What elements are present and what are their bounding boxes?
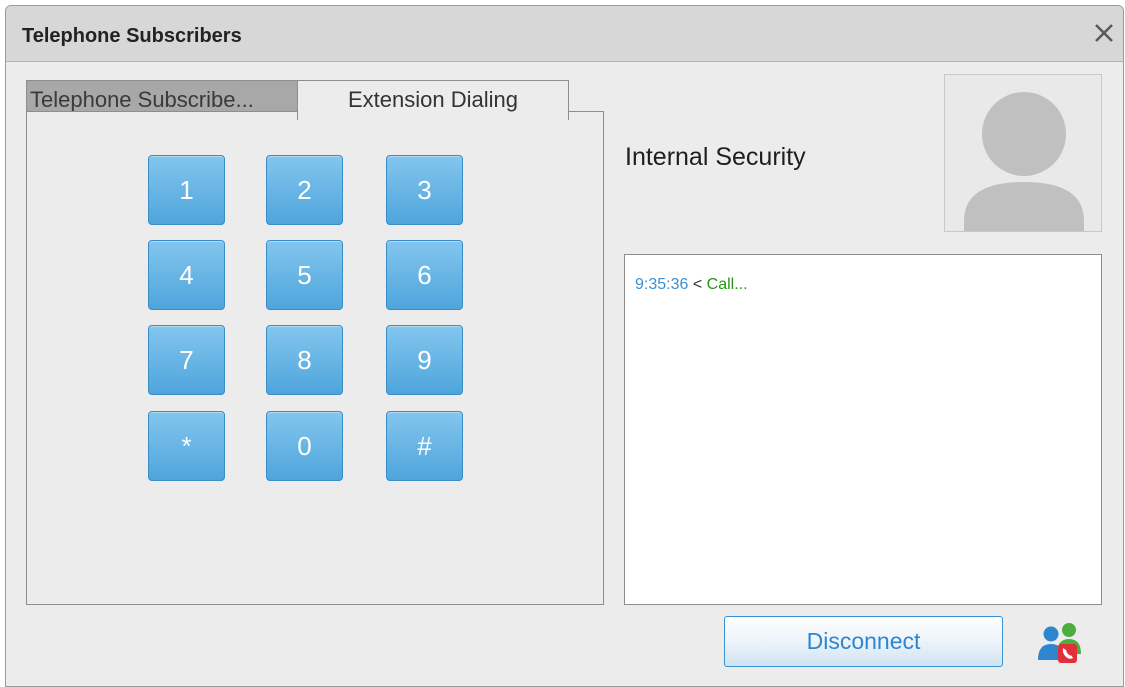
log-message: Call... <box>706 276 748 293</box>
contact-name: Internal Security <box>625 143 806 171</box>
title-bar: Telephone Subscribers <box>6 6 1123 62</box>
key-7[interactable]: 7 <box>148 325 225 395</box>
avatar <box>944 74 1102 232</box>
key-5[interactable]: 5 <box>266 240 343 310</box>
key-9[interactable]: 9 <box>386 325 463 395</box>
key-hash[interactable]: # <box>386 411 463 481</box>
close-icon <box>1095 24 1113 42</box>
tab-extension-dialing[interactable]: Extension Dialing <box>297 80 569 120</box>
window-title: Telephone Subscribers <box>22 25 242 47</box>
call-log: 9:35:36 < Call... <box>624 254 1102 605</box>
disconnect-button[interactable]: Disconnect <box>724 616 1003 667</box>
key-6[interactable]: 6 <box>386 240 463 310</box>
users-call-icon[interactable] <box>1037 620 1083 664</box>
key-8[interactable]: 8 <box>266 325 343 395</box>
log-separator: < <box>692 276 703 293</box>
close-button[interactable] <box>1089 18 1119 48</box>
key-4[interactable]: 4 <box>148 240 225 310</box>
key-star[interactable]: * <box>148 411 225 481</box>
log-time: 9:35:36 <box>635 276 689 293</box>
key-1[interactable]: 1 <box>148 155 225 225</box>
log-entry: 9:35:36 < Call... <box>635 276 748 294</box>
key-0[interactable]: 0 <box>266 411 343 481</box>
key-2[interactable]: 2 <box>266 155 343 225</box>
user-silhouette-icon <box>964 92 1084 231</box>
key-3[interactable]: 3 <box>386 155 463 225</box>
